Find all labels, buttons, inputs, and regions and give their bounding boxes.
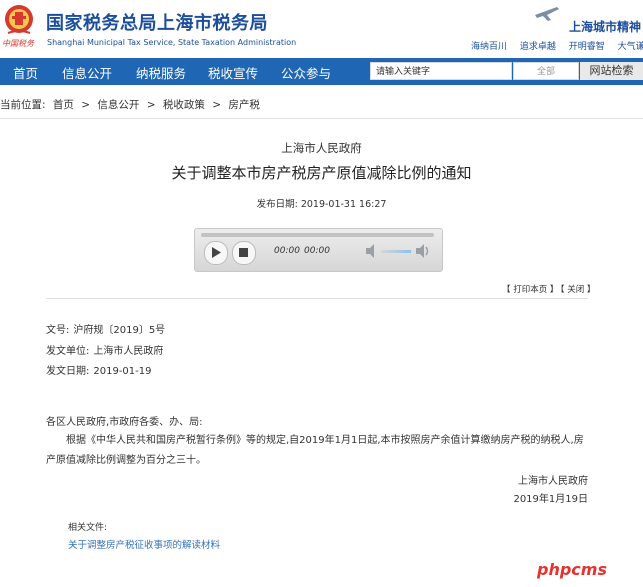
search-scope-select[interactable]: 全部 (513, 62, 579, 80)
body-paragraph: 根据《中华人民共和国房产税暂行条例》等的规定,自2019年1月1日起,本市按照房… (46, 435, 584, 466)
divider (46, 298, 588, 299)
city-mottos: 海纳百川 追求卓越 开明睿智 大气谦和 (471, 39, 643, 52)
motto: 海纳百川 (471, 42, 508, 52)
related-files-label: 相关文件: (68, 523, 108, 533)
volume-low-icon[interactable] (366, 244, 378, 258)
signature-org: 上海市人民政府 (518, 476, 588, 487)
divider (0, 118, 643, 119)
issue-date-row: 发文日期: 2019-01-19 (46, 362, 152, 377)
volume-high-icon[interactable] (416, 244, 430, 258)
issuing-org: 上海市人民政府 (93, 346, 164, 357)
nav-item-info-disclosure[interactable]: 信息公开 (62, 63, 112, 82)
site-title-en: Shanghai Municipal Tax Service, State Ta… (47, 38, 297, 47)
breadcrumb-separator: > (212, 99, 222, 111)
breadcrumb-prefix: 当前位置: (0, 99, 46, 111)
motto: 追求卓越 (519, 42, 556, 52)
doc-number: 沪府规〔2019〕5号 (73, 325, 166, 336)
audio-player: 00:00 00:00 (194, 228, 443, 272)
city-spirit-title: 上海城市精神 (569, 20, 642, 34)
watermark: phpcms (537, 560, 607, 579)
publish-date-label: 发布日期: (256, 199, 298, 210)
signature-date: 2019年1月19日 (513, 494, 588, 505)
search-input[interactable]: 请输入关键字 (370, 62, 512, 80)
total-time: 00:00 (304, 246, 330, 256)
salutation: 各区人民政府,市政府各委、办、局: (46, 417, 203, 428)
issue-date-label: 发文日期: (46, 366, 90, 377)
nav-item-tax-services[interactable]: 纳税服务 (136, 63, 186, 82)
motto: 开明睿智 (568, 42, 605, 52)
nav-item-tax-publicity[interactable]: 税收宣传 (208, 63, 258, 82)
breadcrumb-item-policy[interactable]: 税收政策 (163, 99, 205, 111)
nav-item-public-participation[interactable]: 公众参与 (281, 63, 331, 82)
stop-icon (239, 248, 248, 257)
publish-date: 发布日期: 2019-01-31 16:27 (0, 196, 643, 210)
issuing-org-row: 发文单位: 上海市人民政府 (46, 342, 163, 357)
current-time: 00:00 (274, 246, 300, 256)
stop-button[interactable] (232, 241, 256, 265)
close-page-link[interactable]: 【 关闭 】 (556, 283, 595, 295)
breadcrumb-item-info[interactable]: 信息公开 (97, 99, 139, 111)
breadcrumb-item-home[interactable]: 首页 (53, 99, 74, 111)
nav-item-home[interactable]: 首页 (13, 63, 38, 82)
airplane-icon (535, 7, 559, 21)
site-header: 中国税务 国家税务总局上海市税务局 Shanghai Municipal Tax… (0, 0, 643, 56)
audio-progress-bar[interactable] (201, 233, 434, 237)
related-file-link[interactable]: 关于调整房产税征收事项的解读材料 (68, 537, 220, 551)
volume-slider[interactable] (381, 250, 411, 253)
emblem-text: 中国税务 (2, 39, 34, 48)
doc-number-label: 文号: (46, 325, 70, 336)
breadcrumb-separator: > (146, 99, 156, 111)
publish-date-value: 2019-01-31 16:27 (300, 199, 387, 210)
issue-date: 2019-01-19 (93, 366, 152, 377)
issuing-org-label: 发文单位: (46, 346, 90, 357)
breadcrumb: 当前位置: 首页 > 信息公开 > 税收政策 > 房产税 (0, 97, 264, 112)
page-title: 关于调整本市房产税房产原值减除比例的通知 (171, 164, 472, 182)
site-title[interactable]: 国家税务总局上海市税务局 (46, 9, 268, 35)
play-button[interactable] (204, 241, 228, 265)
breadcrumb-separator: > (81, 99, 91, 111)
tax-emblem-logo[interactable]: 中国税务 (2, 3, 36, 49)
print-page-link[interactable]: 【 打印本页 】 (502, 283, 558, 295)
motto: 大气谦和 (617, 42, 643, 52)
breadcrumb-item-property-tax[interactable]: 房产税 (228, 99, 260, 111)
play-icon (212, 247, 221, 258)
article-issuer: 上海市人民政府 (281, 141, 362, 155)
search-button[interactable]: 网站检索 (580, 62, 643, 80)
doc-number-row: 文号: 沪府规〔2019〕5号 (46, 321, 165, 336)
